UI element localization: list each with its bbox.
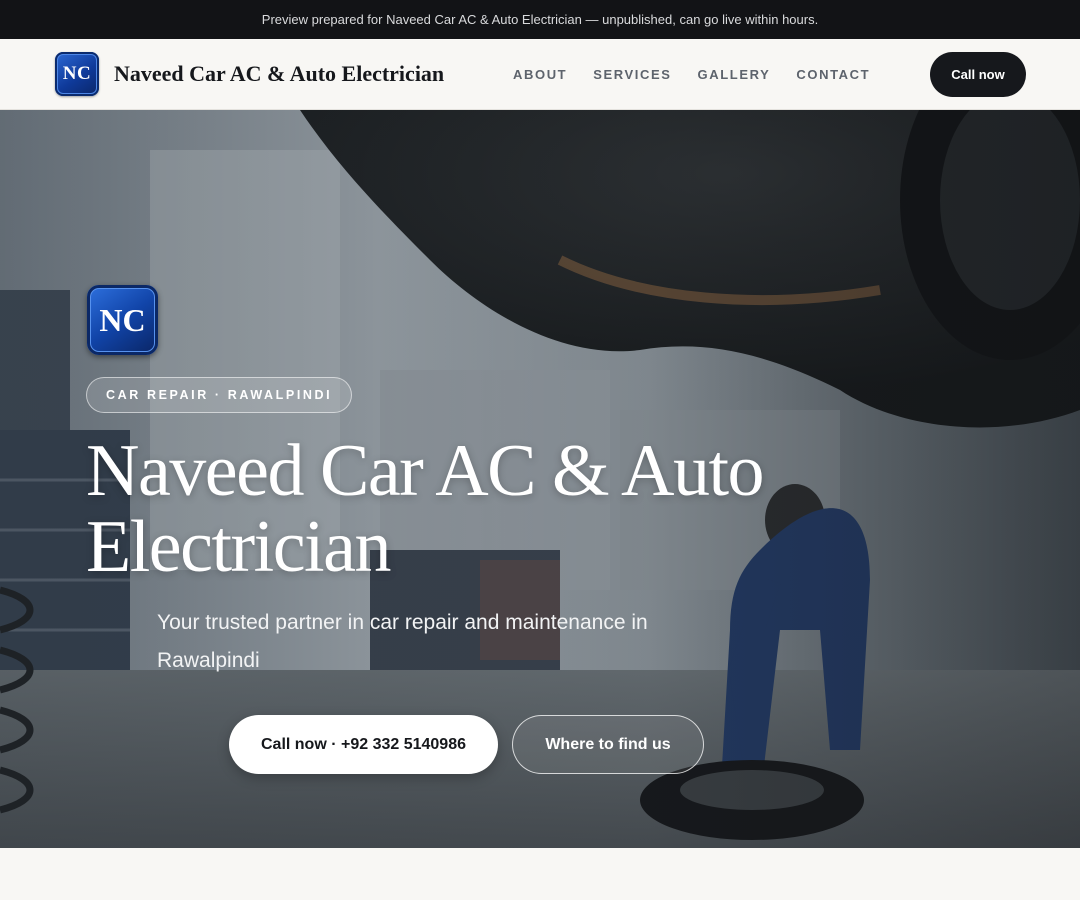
brand-logo[interactable]: NC	[55, 52, 99, 96]
brand[interactable]: NC Naveed Car AC & Auto Electrician	[55, 52, 444, 96]
nav-gallery[interactable]: GALLERY	[698, 67, 771, 82]
hero-category-tag: CAR REPAIR · RAWALPINDI	[86, 377, 353, 413]
hero-subtitle: Your trusted partner in car repair and m…	[157, 611, 648, 672]
next-section	[0, 848, 1080, 900]
preview-banner: Preview prepared for Naveed Car AC & Aut…	[0, 0, 1080, 39]
hero-section: NC CAR REPAIR · RAWALPINDI Naveed Car AC…	[0, 110, 1080, 848]
call-now-phone-button[interactable]: Call now · +92 332 5140986	[229, 715, 498, 774]
site-header: NC Naveed Car AC & Auto Electrician ABOU…	[0, 39, 1080, 110]
main-nav: ABOUT SERVICES GALLERY CONTACT	[513, 39, 896, 109]
nav-contact[interactable]: CONTACT	[796, 67, 870, 82]
hero-logo: NC	[87, 285, 158, 355]
where-to-find-us-button[interactable]: Where to find us	[512, 715, 704, 774]
nav-services[interactable]: SERVICES	[593, 67, 671, 82]
header-call-button[interactable]: Call now	[930, 52, 1026, 97]
preview-banner-text: Preview prepared for Naveed Car AC & Aut…	[261, 12, 819, 27]
brand-name[interactable]: Naveed Car AC & Auto Electrician	[114, 61, 444, 87]
nav-about[interactable]: ABOUT	[513, 67, 567, 82]
hero-title: Naveed Car AC & Auto Electrician	[86, 430, 765, 588]
